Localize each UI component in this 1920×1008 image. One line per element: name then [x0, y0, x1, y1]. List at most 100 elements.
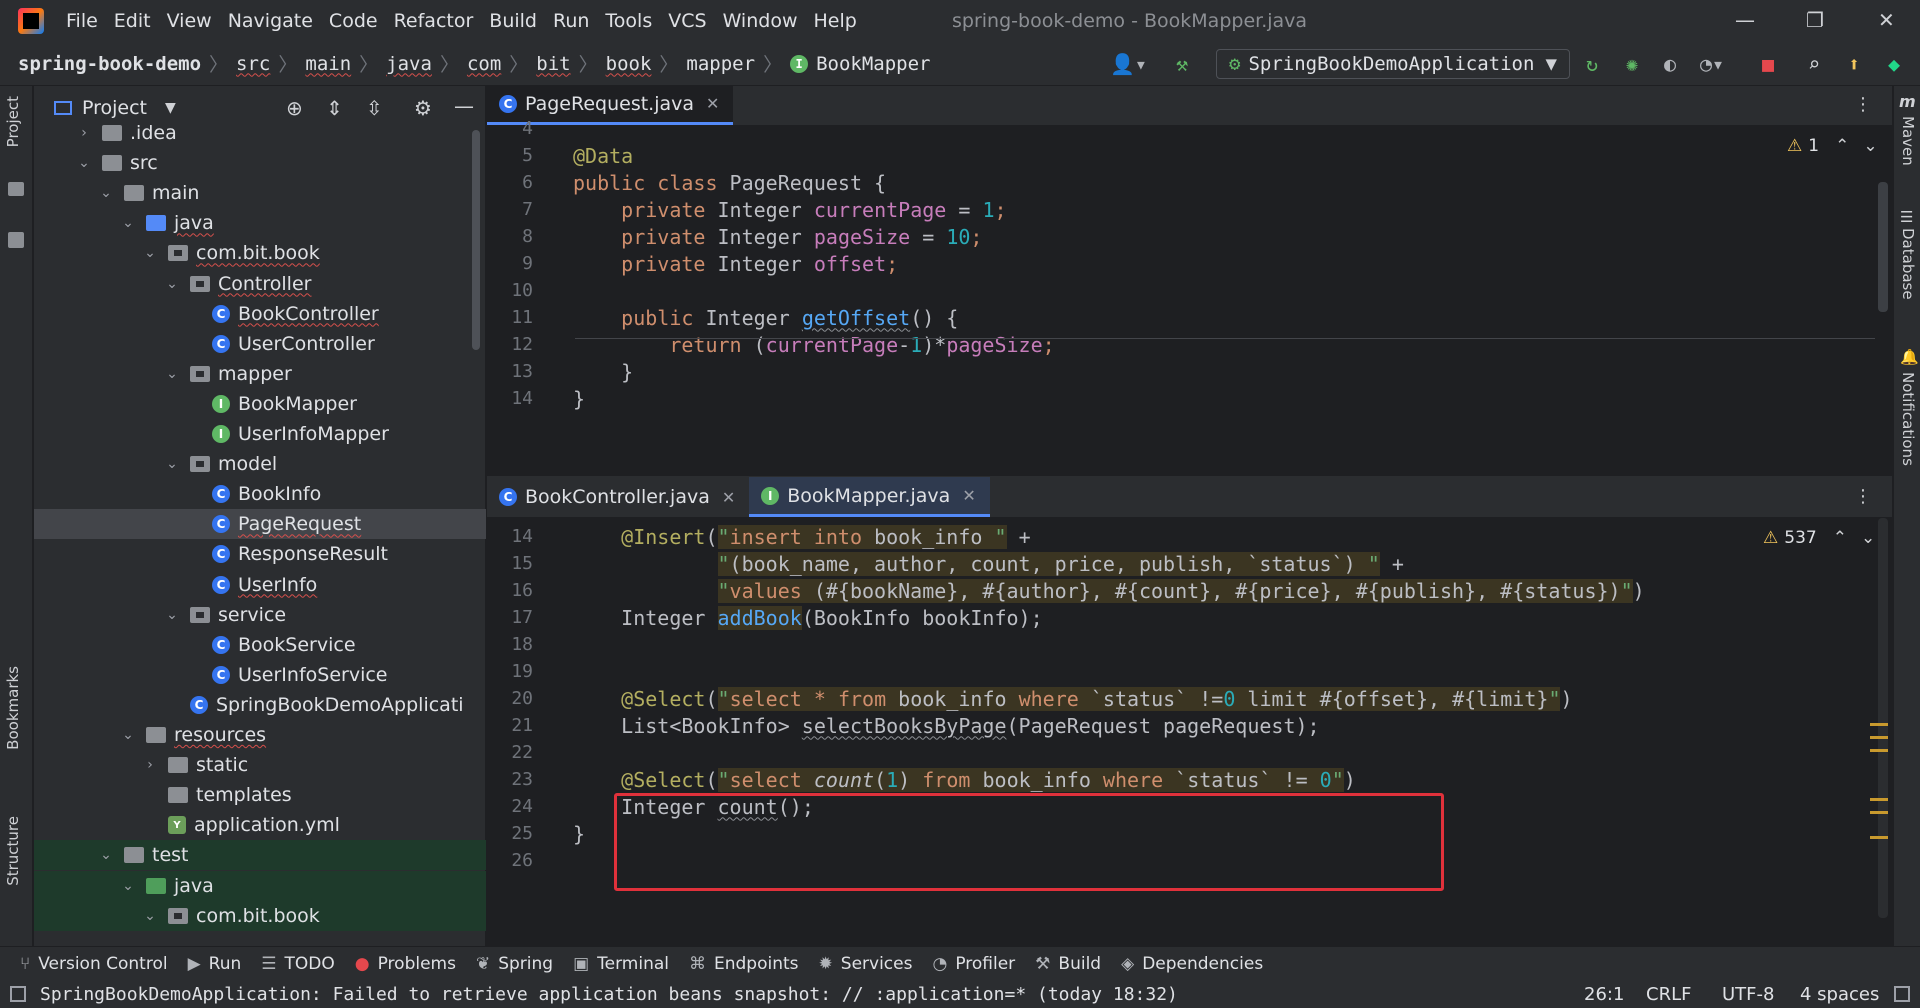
- tree-item-src[interactable]: ⌄ src: [34, 148, 486, 178]
- code-text[interactable]: "(book_name, author, count, price, publi…: [573, 551, 1404, 576]
- chevron-down-icon[interactable]: ⌄: [164, 456, 180, 472]
- chevron-down-icon[interactable]: ⌄: [142, 908, 158, 924]
- breadcrumb-java[interactable]: java: [386, 53, 432, 75]
- menu-run[interactable]: Run: [553, 10, 589, 32]
- code-text[interactable]: @Data: [573, 144, 633, 168]
- code-text[interactable]: public Integer getOffset() {: [573, 306, 958, 330]
- tree-item-bookcontroller[interactable]: C BookController: [34, 299, 486, 329]
- tree-item-main[interactable]: ⌄ main: [34, 178, 486, 208]
- code-text[interactable]: private Integer offset;: [573, 252, 898, 276]
- line-number[interactable]: 21: [487, 715, 533, 736]
- line-number[interactable]: 16: [487, 580, 533, 601]
- line-number[interactable]: 15: [487, 553, 533, 574]
- tool-todo[interactable]: ☰ TODO: [261, 954, 335, 974]
- chevron-right-icon[interactable]: ›: [76, 125, 92, 141]
- code-text[interactable]: @Select("select count(1) from book_info …: [573, 767, 1356, 792]
- tree-item-mapper[interactable]: ⌄ mapper: [34, 359, 486, 389]
- chevron-down-icon[interactable]: ⌄: [164, 366, 180, 382]
- restore-button[interactable]: ❐: [1806, 8, 1824, 32]
- tool-run[interactable]: ▶ Run: [188, 954, 242, 974]
- line-number[interactable]: 17: [487, 607, 533, 628]
- close-window-button[interactable]: ✕: [1878, 8, 1895, 32]
- close-tab-icon[interactable]: ✕: [706, 94, 719, 113]
- breadcrumb-book[interactable]: book: [606, 53, 652, 75]
- breadcrumb-project[interactable]: spring-book-demo: [18, 53, 201, 75]
- intellij-logo-icon[interactable]: [18, 8, 44, 34]
- chevron-down-icon[interactable]: ⌄: [120, 215, 136, 231]
- tree-item-com-bit-book[interactable]: ⌄ com.bit.book: [34, 238, 486, 268]
- breadcrumb-com[interactable]: com: [467, 53, 501, 75]
- chevron-down-icon[interactable]: ⌄: [120, 727, 136, 743]
- code-text[interactable]: private Integer currentPage = 1;: [573, 198, 1006, 222]
- tree-item-userinfomapper[interactable]: I UserInfoMapper: [34, 419, 486, 449]
- search-icon[interactable]: ⌕: [1808, 52, 1820, 76]
- line-number[interactable]: 8: [487, 226, 533, 247]
- code-text[interactable]: }: [573, 360, 633, 384]
- line-number[interactable]: 18: [487, 634, 533, 655]
- line-number[interactable]: 22: [487, 742, 533, 763]
- code-text[interactable]: @Select("select * from book_info where `…: [573, 686, 1573, 711]
- tool-version-control[interactable]: ⑂ Version Control: [20, 954, 168, 974]
- chevron-down-icon[interactable]: ⌄: [164, 607, 180, 623]
- tree-item-java[interactable]: ⌄ java: [34, 208, 486, 238]
- stop-icon[interactable]: ■: [1762, 52, 1774, 76]
- tool-dependencies[interactable]: ◈ Dependencies: [1121, 954, 1263, 974]
- code-line[interactable]: 14}: [487, 382, 1892, 415]
- gear-icon[interactable]: ⚙: [414, 96, 432, 120]
- code-text[interactable]: private Integer pageSize = 10;: [573, 225, 982, 249]
- editor-scrollbar[interactable]: [1878, 518, 1888, 918]
- tree-item-application-yml[interactable]: Yapplication.yml: [34, 810, 486, 840]
- tree-item-resources[interactable]: ⌄ resources: [34, 720, 486, 750]
- chevron-down-icon[interactable]: ⌄: [120, 878, 136, 894]
- tool-build[interactable]: ⚒ Build: [1035, 954, 1101, 974]
- line-number[interactable]: 14: [487, 526, 533, 547]
- warning-stripe[interactable]: [1870, 811, 1888, 814]
- line-number[interactable]: 12: [487, 334, 533, 355]
- maven-tool-tab[interactable]: Maven: [1899, 116, 1917, 166]
- tree-item-bookservice[interactable]: C BookService: [34, 630, 486, 660]
- locate-icon[interactable]: ⊕: [286, 96, 303, 120]
- tool-problems[interactable]: ● Problems: [355, 954, 456, 974]
- line-number[interactable]: 13: [487, 361, 533, 382]
- minimize-button[interactable]: —: [1735, 8, 1755, 32]
- close-tab-icon[interactable]: ✕: [962, 486, 975, 505]
- menu-refactor[interactable]: Refactor: [394, 10, 474, 32]
- menu-tools[interactable]: Tools: [605, 10, 652, 32]
- tree-item-bookinfo[interactable]: C BookInfo: [34, 479, 486, 509]
- collapse-all-icon[interactable]: ⇳: [366, 96, 383, 120]
- line-number[interactable]: 11: [487, 307, 533, 328]
- run-configuration-select[interactable]: ⚙ SpringBookDemoApplication ▼: [1216, 49, 1570, 79]
- menu-window[interactable]: Window: [723, 10, 798, 32]
- project-panel-title[interactable]: Project: [82, 97, 147, 119]
- code-text[interactable]: List<BookInfo> selectBooksByPage(PageReq…: [573, 714, 1319, 738]
- line-number[interactable]: 10: [487, 280, 533, 301]
- database-tool-tab[interactable]: Database: [1899, 228, 1917, 300]
- line-number[interactable]: 5: [487, 145, 533, 166]
- tree-item-com-bit-book[interactable]: ⌄ com.bit.book: [34, 900, 486, 931]
- debug-icon[interactable]: ✺: [1626, 52, 1638, 76]
- tree-item-bookmapper[interactable]: I BookMapper: [34, 389, 486, 419]
- tree-item--idea[interactable]: › .idea: [34, 118, 486, 148]
- indent-setting[interactable]: 4 spaces: [1800, 984, 1879, 1005]
- tool-terminal[interactable]: ▣ Terminal: [573, 954, 669, 974]
- menu-navigate[interactable]: Navigate: [228, 10, 313, 32]
- chevron-down-icon[interactable]: ⌄: [76, 155, 92, 171]
- breadcrumb-bookmapper[interactable]: BookMapper: [816, 53, 930, 75]
- notifications-tool-tab[interactable]: Notifications: [1899, 372, 1917, 466]
- file-encoding[interactable]: UTF-8: [1722, 984, 1774, 1005]
- tree-item-springbookdemoapplicati[interactable]: C SpringBookDemoApplicati: [34, 690, 486, 720]
- warning-stripe[interactable]: [1870, 736, 1888, 739]
- tree-item-userinfo[interactable]: C UserInfo: [34, 570, 486, 600]
- menu-code[interactable]: Code: [329, 10, 378, 32]
- user-icon[interactable]: 👤▾: [1110, 52, 1147, 76]
- caret-position[interactable]: 26:1: [1584, 984, 1624, 1005]
- tree-item-static[interactable]: › static: [34, 750, 486, 780]
- code-text[interactable]: "values (#{bookName}, #{author}, #{count…: [573, 578, 1645, 603]
- tool-profiler[interactable]: ◔ Profiler: [932, 954, 1015, 974]
- line-number[interactable]: 20: [487, 688, 533, 709]
- project-tool-tab[interactable]: Project: [4, 96, 22, 147]
- chevron-down-icon[interactable]: ⌄: [164, 276, 180, 292]
- status-message[interactable]: SpringBookDemoApplication: Failed to ret…: [40, 984, 1178, 1005]
- breadcrumb-bit[interactable]: bit: [536, 53, 570, 75]
- line-number[interactable]: 4: [487, 118, 533, 139]
